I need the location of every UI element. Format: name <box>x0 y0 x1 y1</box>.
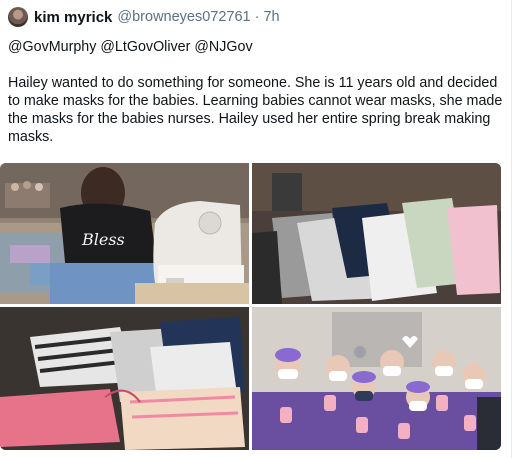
mention-link[interactable]: @NJGov <box>194 38 252 56</box>
tweet-header: kim myrick @browneyes072761 · 7h <box>8 6 280 28</box>
tweet-timestamp[interactable]: 7h <box>263 9 279 25</box>
mention-link[interactable]: @LtGovOliver <box>100 38 190 56</box>
tweet-text: @GovMurphy @LtGovOliver @NJGov Hailey wa… <box>8 38 503 146</box>
sweater-text: Bless <box>81 230 125 249</box>
mentions: @GovMurphy @LtGovOliver @NJGov <box>8 38 503 56</box>
folded-masks-illustration <box>252 163 501 304</box>
masks-on-chair-photo[interactable] <box>0 307 249 450</box>
folded-masks-photo[interactable] <box>252 163 501 304</box>
author-handle[interactable]: @browneyes072761 <box>117 9 250 25</box>
mention-link[interactable]: @GovMurphy <box>8 38 96 56</box>
avatar[interactable] <box>8 7 28 27</box>
girl-sewing-illustration: Bless <box>0 163 249 304</box>
nurses-group-photo[interactable] <box>252 307 501 450</box>
media-grid: Bless <box>0 163 501 450</box>
author-name[interactable]: kim myrick <box>34 9 112 26</box>
header-separator: · <box>254 9 260 25</box>
masks-chair-illustration <box>0 307 249 450</box>
girl-sewing-photo[interactable]: Bless <box>0 163 249 304</box>
tweet[interactable]: kim myrick @browneyes072761 · 7h @GovMur… <box>0 0 517 458</box>
nurses-illustration <box>252 307 501 450</box>
tweet-body: Hailey wanted to do something for someon… <box>8 75 503 145</box>
timeline-divider <box>511 0 512 458</box>
